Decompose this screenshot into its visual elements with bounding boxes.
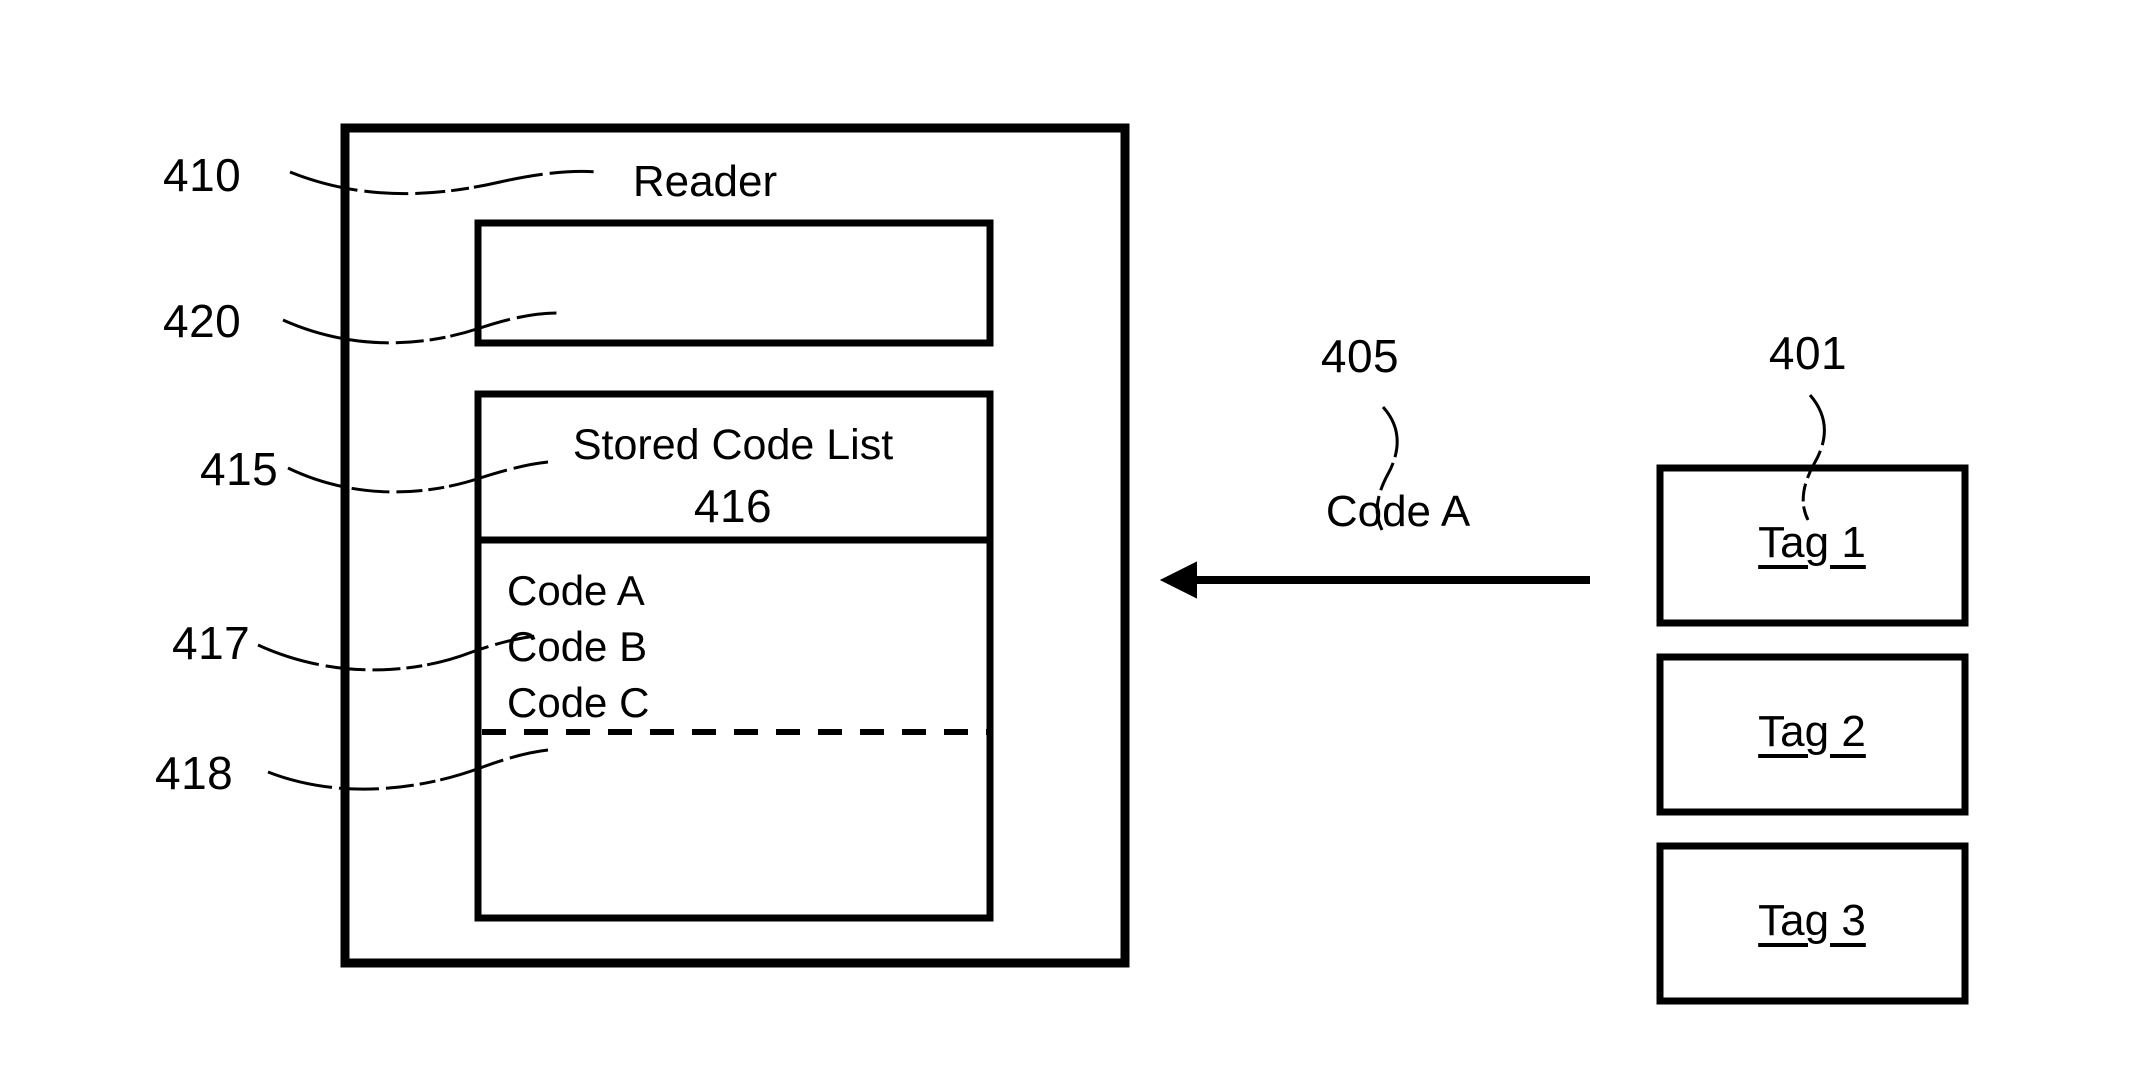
- leader-line-420: [282, 311, 559, 345]
- tag-label-3: Tag 3: [1758, 896, 1866, 945]
- reference-numeral-420: 420: [163, 295, 242, 347]
- reference-numeral-405: 405: [1320, 330, 1400, 382]
- tag-label-2: Tag 2: [1758, 707, 1866, 756]
- leader-line-410: [289, 169, 599, 196]
- code-list-item-1: Code B: [507, 623, 648, 670]
- leader-line-418: [267, 748, 549, 791]
- reference-numeral-415: 415: [200, 443, 279, 495]
- reference-numeral-418: 418: [155, 747, 234, 799]
- code-list-item-2: Code C: [507, 679, 650, 726]
- leader-line-401: [1801, 394, 1826, 521]
- reference-numeral-416: 416: [693, 480, 773, 532]
- signal-label: Code A: [1325, 487, 1471, 536]
- stored-code-list-title: Stored Code List: [572, 421, 894, 469]
- signal-arrow-head: [1159, 561, 1197, 599]
- leader-line-415: [287, 460, 549, 494]
- reference-numeral-401: 401: [1768, 327, 1848, 379]
- patent-figure: 410 420 415 417 418 Reader Stored Code L…: [0, 0, 2140, 1092]
- signal-arrow: [1159, 561, 1590, 599]
- code-list-item-0: Code A: [507, 567, 645, 614]
- reference-numeral-410: 410: [163, 149, 242, 201]
- tag-label-1: Tag 1: [1758, 518, 1866, 567]
- reader-title: Reader: [632, 157, 778, 206]
- reader-antenna-box: [474, 219, 994, 347]
- reference-numeral-417: 417: [172, 617, 251, 669]
- leader-line-417: [257, 634, 537, 672]
- reader-outer-box: [340, 123, 1130, 968]
